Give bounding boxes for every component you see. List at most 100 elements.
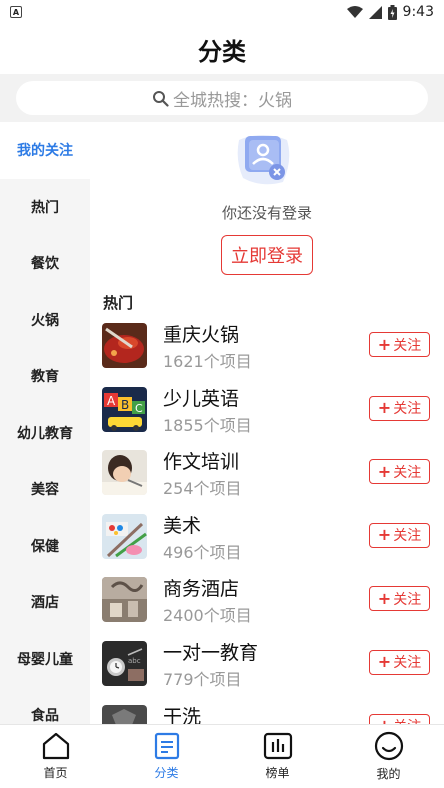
nav-ranking[interactable]: 榜单 xyxy=(222,725,333,788)
notification-badge-text: A xyxy=(12,7,20,17)
search-placeholder: 全城热搜：火锅 xyxy=(173,90,292,111)
follow-label: 关注 xyxy=(393,464,422,481)
nav-profile[interactable]: 我的 xyxy=(333,725,444,788)
follow-button[interactable]: +关注 xyxy=(369,713,430,724)
sidebar-item-label: 保健 xyxy=(31,538,59,555)
svg-text:A: A xyxy=(107,394,116,408)
category-count: 779个项目 xyxy=(163,669,242,689)
sidebar-item-my-follows[interactable]: 我的关注 xyxy=(0,122,90,179)
list-item[interactable]: 美术 496个项目 + 关注 xyxy=(90,508,444,572)
sidebar-item-hotpot[interactable]: 火锅 xyxy=(0,292,90,349)
wifi-icon xyxy=(346,5,363,18)
tutoring-thumbnail: abc xyxy=(102,640,147,686)
category-name: 重庆火锅 xyxy=(163,324,240,346)
home-icon xyxy=(42,732,69,760)
sidebar-item-hot[interactable]: 热门 xyxy=(0,179,90,236)
follow-label: 关注 xyxy=(393,337,422,354)
category-icon xyxy=(154,732,179,760)
sidebar-item-food[interactable]: 餐饮 xyxy=(0,235,90,292)
sidebar-item-early-education[interactable]: 幼儿教育 xyxy=(0,405,90,462)
sidebar-item-education[interactable]: 教育 xyxy=(0,348,90,405)
list-item[interactable]: abc 一对一教育 779个项目 + 关注 xyxy=(90,635,444,699)
follow-label: 关注 xyxy=(393,401,422,418)
sidebar-item-health[interactable]: 保健 xyxy=(0,518,90,575)
user-not-logged-in-icon xyxy=(237,135,290,185)
category-count: 496个项目 xyxy=(163,542,242,562)
search-input[interactable]: 全城热搜：火锅 xyxy=(16,81,428,115)
sidebar-item-beauty[interactable]: 美容 xyxy=(0,461,90,518)
svg-text:B: B xyxy=(121,398,129,412)
nav-label: 分类 xyxy=(154,766,179,780)
art-supplies-thumbnail xyxy=(102,513,147,559)
plus-icon: + xyxy=(377,588,392,608)
hotel-thumbnail xyxy=(102,577,147,623)
follow-label: 关注 xyxy=(393,528,422,545)
sidebar-item-label: 教育 xyxy=(31,369,59,386)
sidebar-item-hotel[interactable]: 酒店 xyxy=(0,574,90,631)
sidebar-item-label: 幼儿教育 xyxy=(17,425,73,442)
main-content: 你还没有登录 立即登录 热门 重庆火锅 1621个项目 + 关注 A B C 少… xyxy=(90,122,444,724)
sidebar-item-food-products[interactable]: 食品 xyxy=(0,687,90,724)
category-name: 商务酒店 xyxy=(163,578,240,601)
follow-button[interactable]: +关注 xyxy=(369,459,430,485)
list-item[interactable]: A B C 少儿英语 1855个项目 + 关注 xyxy=(90,381,444,445)
dry-cleaning-thumbnail xyxy=(102,704,147,724)
child-writing-thumbnail xyxy=(102,450,147,496)
hotpot-thumbnail xyxy=(102,323,147,368)
svg-text:C: C xyxy=(135,402,143,415)
clock: 9:43 xyxy=(402,4,434,20)
signal-icon xyxy=(368,5,382,19)
bottom-nav: 首页 分类 榜单 我的 xyxy=(0,724,444,788)
page-title: 分类 xyxy=(198,37,246,66)
notification-icon: A xyxy=(10,6,22,18)
sidebar-item-mother-baby[interactable]: 母婴儿童 xyxy=(0,631,90,688)
list-item[interactable]: 重庆火锅 1621个项目 + 关注 xyxy=(90,317,444,381)
follow-label: 关注 xyxy=(393,591,422,608)
sidebar-item-label: 酒店 xyxy=(31,595,59,612)
follow-label: 关注 xyxy=(393,716,421,724)
battery-icon xyxy=(387,4,397,20)
follow-button[interactable]: +关注 xyxy=(369,649,430,675)
list-item[interactable]: 商务酒店 2400个项目 + 关注 xyxy=(90,571,444,635)
category-name: 干洗 xyxy=(163,705,202,724)
plus-icon: + xyxy=(377,525,392,545)
plus-icon: + xyxy=(377,398,392,418)
profile-icon xyxy=(374,731,403,761)
sidebar-item-label: 母婴儿童 xyxy=(17,651,73,668)
sidebar-item-label: 餐饮 xyxy=(31,256,59,273)
follow-button[interactable]: +关注 xyxy=(369,395,430,421)
nav-category[interactable]: 分类 xyxy=(111,725,222,788)
login-button[interactable]: 立即登录 xyxy=(221,235,313,275)
nav-label: 榜单 xyxy=(265,766,290,780)
search-bar-container: 全城热搜：火锅 xyxy=(0,74,444,122)
category-count: 1855个项目 xyxy=(163,415,252,435)
follow-button[interactable]: +关注 xyxy=(369,332,430,357)
sidebar-item-label: 食品 xyxy=(31,708,59,724)
hot-section-title: 热门 xyxy=(103,294,134,312)
follow-button[interactable]: +关注 xyxy=(369,522,430,548)
category-count: 2400个项目 xyxy=(163,606,252,626)
category-name: 一对一教育 xyxy=(163,641,259,664)
nav-home[interactable]: 首页 xyxy=(0,725,111,788)
category-count: 254个项目 xyxy=(163,479,242,499)
sidebar-item-label: 美容 xyxy=(31,482,59,499)
header: 分类 xyxy=(0,24,444,74)
search-icon xyxy=(153,90,169,107)
sidebar-item-label: 热门 xyxy=(31,199,59,216)
list-item[interactable]: 干洗 +关注 xyxy=(90,699,444,724)
category-name: 美术 xyxy=(163,514,202,537)
list-item[interactable]: 作文培训 254个项目 + 关注 xyxy=(90,444,444,508)
plus-icon: + xyxy=(377,461,392,481)
category-count: 1621个项目 xyxy=(163,352,252,371)
plus-icon: + xyxy=(377,652,392,672)
not-logged-in-message: 你还没有登录 xyxy=(221,204,312,222)
sidebar-item-label: 火锅 xyxy=(31,312,59,329)
nav-label: 我的 xyxy=(376,767,401,781)
follow-button[interactable]: +关注 xyxy=(369,586,430,612)
login-prompt: 你还没有登录 立即登录 xyxy=(90,122,444,280)
ranking-icon xyxy=(263,732,292,760)
nav-label: 首页 xyxy=(43,766,68,780)
plus-icon: + xyxy=(377,334,392,354)
english-abc-thumbnail: A B C xyxy=(102,386,147,432)
status-bar: A 9:43 xyxy=(0,0,444,24)
